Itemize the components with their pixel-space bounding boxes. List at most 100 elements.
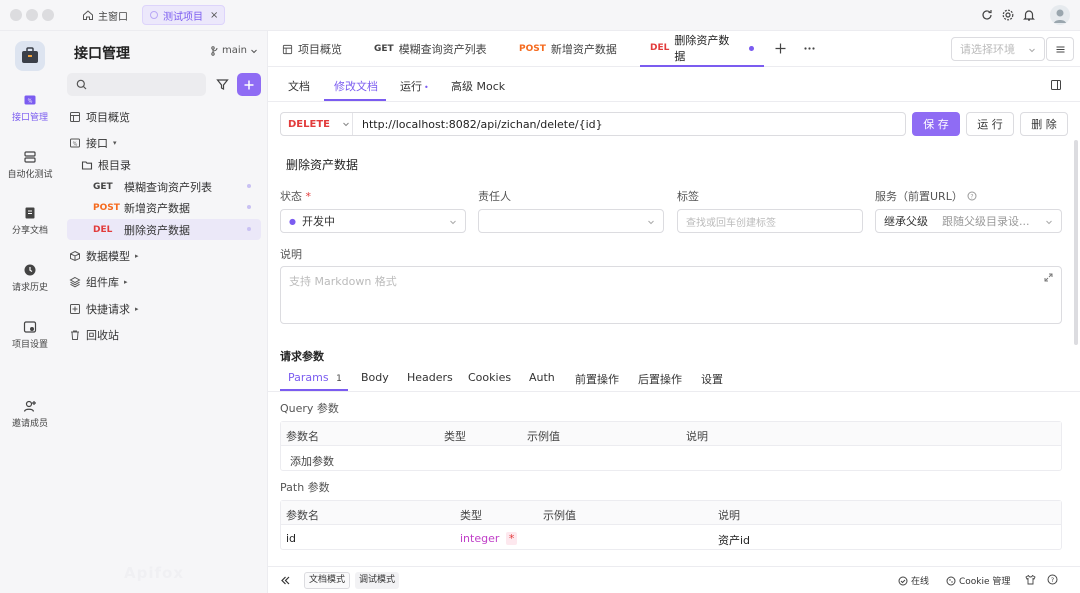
project-logo[interactable]: [15, 41, 45, 71]
owner-label: 责任人: [478, 190, 511, 203]
new-tab-button[interactable]: [774, 42, 787, 55]
path-params-table: 参数名 类型 示例值 说明 id integer * 资产id: [280, 500, 1062, 550]
status-value: 开发中: [301, 215, 335, 228]
rail-item-project-settings[interactable]: 项目设置: [0, 320, 60, 350]
tree-item-quick-request[interactable]: 快捷请求 ▸: [69, 298, 139, 319]
service-select[interactable]: 继承父级 跟随父级目录设...: [875, 209, 1062, 233]
tree-item-api-get[interactable]: GET 模糊查询资产列表: [93, 176, 257, 197]
param-tab-auth[interactable]: Auth: [529, 371, 555, 384]
param-tab-settings[interactable]: 设置: [701, 371, 723, 387]
add-button[interactable]: [237, 73, 261, 96]
param-desc-cell[interactable]: 资产id: [718, 532, 750, 548]
tree-item-root[interactable]: 根目录: [81, 154, 131, 175]
required-badge: *: [505, 532, 518, 545]
close-tab-icon[interactable]: ×: [210, 10, 218, 21]
sidebar-toggle-icon[interactable]: [1050, 79, 1062, 91]
params-count-badge: 1: [336, 374, 342, 384]
subtab-run[interactable]: 运行 •: [400, 78, 429, 94]
online-status[interactable]: 在线: [898, 574, 929, 587]
environment-select[interactable]: 请选择环境: [951, 37, 1045, 61]
debug-mode-button[interactable]: 调试模式: [355, 572, 400, 589]
param-tab-pre-script[interactable]: 前置操作: [575, 371, 619, 387]
add-param-input[interactable]: 添加参数: [290, 453, 334, 469]
branch-selector[interactable]: main: [211, 45, 258, 56]
tree-item-overview[interactable]: 项目概览: [69, 106, 130, 127]
tab-project-overview[interactable]: 项目概览: [272, 31, 352, 67]
rail-item-automation[interactable]: 自动化测试: [0, 150, 60, 180]
caret-down-icon: ▾: [113, 138, 117, 147]
gear-icon[interactable]: [1001, 8, 1015, 22]
tab-api-delete[interactable]: DEL 删除资产数据: [640, 31, 764, 67]
bell-icon[interactable]: [1022, 8, 1036, 22]
unsaved-dot: [247, 205, 251, 209]
quick-request-icon: [70, 303, 80, 314]
tree-item-interfaces[interactable]: % 接口 ▾: [69, 132, 117, 153]
api-name-input[interactable]: 删除资产数据: [286, 156, 358, 173]
rail-item-invite[interactable]: 邀请成员: [0, 399, 60, 429]
run-button[interactable]: 运 行: [966, 112, 1014, 136]
owner-select[interactable]: [478, 209, 664, 233]
automation-icon: [24, 151, 36, 163]
save-button[interactable]: 保 存: [912, 112, 960, 136]
doc-mode-button[interactable]: 文档模式: [304, 572, 351, 589]
tree-item-api-post[interactable]: POST 新增资产数据: [93, 197, 257, 218]
param-tab-body[interactable]: Body: [361, 371, 389, 384]
param-tab-post-script[interactable]: 后置操作: [638, 371, 682, 387]
param-tab-params[interactable]: Params 1: [288, 371, 342, 384]
delete-button[interactable]: 删 除: [1020, 112, 1068, 136]
column-header: 类型: [460, 509, 482, 522]
method-badge: POST: [519, 44, 546, 54]
status-select[interactable]: ● 开发中: [280, 209, 466, 233]
more-tabs-button[interactable]: [803, 42, 816, 55]
subtab-edit-doc[interactable]: 修改文档: [334, 78, 378, 94]
document-tab-bar: 项目概览 GET 模糊查询资产列表 POST 新增资产数据 DEL 删除资产数据…: [268, 31, 1080, 67]
tree-item-models[interactable]: 数据模型 ▸: [69, 245, 139, 266]
filter-button[interactable]: [210, 73, 234, 96]
window-tab-project[interactable]: 测试项目 ×: [142, 5, 226, 25]
tags-input[interactable]: 查找或回车创建标签: [677, 209, 863, 233]
minimize-window-button[interactable]: [26, 9, 38, 21]
refresh-icon[interactable]: [980, 8, 994, 22]
avatar[interactable]: [1050, 5, 1070, 25]
cookie-manager-button[interactable]: Cookie 管理: [946, 574, 1010, 587]
rail-item-api-management[interactable]: % 接口管理: [0, 93, 60, 123]
tree-item-trash[interactable]: 回收站: [69, 324, 119, 345]
param-tab-headers[interactable]: Headers: [407, 371, 453, 384]
chevron-down-icon: [1029, 48, 1035, 53]
rail-label: 请求历史: [11, 283, 48, 293]
tab-api-post[interactable]: POST 新增资产数据: [509, 31, 627, 67]
tab-api-get[interactable]: GET 模糊查询资产列表: [364, 31, 497, 67]
rail-item-history[interactable]: 请求历史: [0, 263, 60, 293]
divider: [268, 391, 1080, 392]
maximize-window-button[interactable]: [42, 9, 54, 21]
collapse-icon[interactable]: [280, 575, 291, 586]
tab-label: 新增资产数据: [550, 43, 617, 56]
overview-icon: [70, 111, 80, 122]
help-icon[interactable]: ?: [1047, 574, 1058, 585]
environment-menu-button[interactable]: [1046, 37, 1074, 61]
subtab-advanced-mock[interactable]: 高级 Mock: [451, 78, 505, 94]
search-input[interactable]: [67, 73, 206, 96]
tree-item-api-delete[interactable]: DEL 删除资产数据: [67, 219, 261, 240]
more-icon: [804, 47, 815, 50]
close-window-button[interactable]: [10, 9, 22, 21]
chevron-down-icon: [1046, 220, 1052, 225]
method-select[interactable]: DELETE: [281, 113, 353, 135]
menu-icon: [1056, 45, 1064, 53]
caret-right-icon: ▸: [135, 251, 139, 260]
param-type-cell[interactable]: integer *: [460, 532, 518, 545]
help-icon[interactable]: ?: [967, 191, 977, 201]
param-name-cell[interactable]: id: [286, 532, 296, 545]
expand-icon[interactable]: [1044, 273, 1053, 282]
scrollbar-thumb[interactable]: [1074, 140, 1078, 345]
tree-item-components[interactable]: 组件库 ▸: [69, 271, 128, 292]
subtab-doc[interactable]: 文档: [288, 78, 310, 94]
window-tab-main[interactable]: 主窗口: [76, 5, 134, 25]
shirt-icon[interactable]: [1025, 574, 1036, 585]
home-icon: [83, 10, 93, 20]
description-textarea[interactable]: 支持 Markdown 格式: [280, 266, 1062, 324]
param-tab-cookies[interactable]: Cookies: [468, 371, 511, 384]
url-input[interactable]: http://localhost:8082/api/zichan/delete/…: [362, 118, 603, 131]
rail-item-share-docs[interactable]: 分享文档: [0, 206, 60, 236]
watermark-logo: Apifox: [124, 564, 184, 582]
